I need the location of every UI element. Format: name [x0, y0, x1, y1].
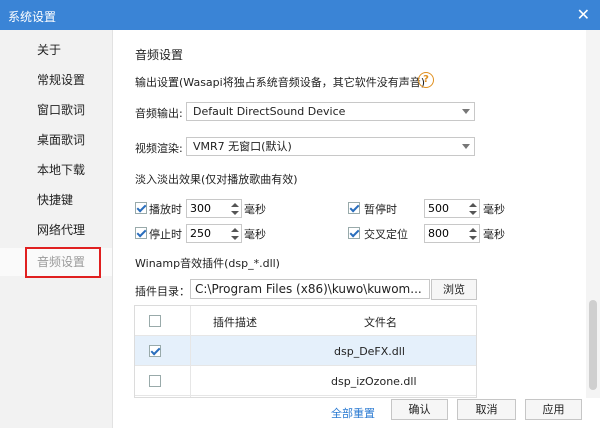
video-render-label: 视频渲染: — [135, 142, 183, 155]
fade-stop-checkbox[interactable] — [135, 227, 147, 239]
scroll-thumb[interactable] — [589, 300, 597, 390]
fade-stop-label: 停止时 — [149, 228, 182, 241]
fade-stop-stepper[interactable] — [186, 224, 242, 243]
close-icon[interactable]: ✕ — [577, 5, 590, 24]
fade-pause-checkbox[interactable] — [348, 202, 360, 214]
table-header: 插件描述 文件名 — [135, 306, 476, 336]
plugin-dir-input[interactable]: C:\Program Files (x86)\kuwo\kuwom... — [190, 279, 430, 299]
table-row[interactable]: dsp_izOzone.dll — [135, 366, 476, 396]
sidebar-item-about[interactable]: 关于 — [0, 36, 112, 64]
winamp-title: Winamp音效插件(dsp_*.dll) — [135, 257, 280, 270]
section-title: 音频设置 — [135, 48, 184, 62]
spin-down-icon[interactable] — [230, 209, 240, 217]
active-item-highlight — [25, 247, 101, 278]
fade-pause-input[interactable] — [425, 200, 468, 217]
settings-sidebar: 关于 常规设置 窗口歌词 桌面歌词 本地下载 快捷键 网络代理 音频设置 — [0, 30, 113, 428]
settings-window: 系统设置 ✕ 关于 常规设置 窗口歌词 桌面歌词 本地下载 快捷键 网络代理 音… — [0, 0, 600, 428]
cancel-button[interactable]: 取消 — [457, 399, 516, 420]
video-render-value: VMR7 无窗口(默认) — [193, 140, 292, 153]
reset-all-link[interactable]: 全部重置 — [331, 405, 375, 421]
column-divider — [190, 306, 191, 397]
apply-button[interactable]: 应用 — [525, 399, 582, 420]
browse-button[interactable]: 浏览 — [431, 279, 477, 300]
table-row[interactable]: dsp_DeFX.dll — [135, 336, 476, 366]
sidebar-item-hotkeys[interactable]: 快捷键 — [0, 186, 112, 214]
sidebar-item-window-lyrics[interactable]: 窗口歌词 — [0, 96, 112, 124]
title-bar: 系统设置 ✕ — [0, 0, 600, 30]
spin-up-icon[interactable] — [468, 201, 478, 209]
output-note: 输出设置(Wasapi将独占系统音频设备，其它软件没有声音) — [135, 76, 426, 89]
fade-pause-unit: 毫秒 — [483, 203, 505, 216]
row-filename: dsp_DeFX.dll — [334, 345, 405, 358]
chevron-down-icon — [462, 144, 470, 149]
spin-down-icon[interactable] — [468, 234, 478, 242]
help-icon[interactable]: ? — [418, 72, 434, 88]
fade-play-label: 播放时 — [149, 203, 182, 216]
crossfade-stepper[interactable] — [424, 224, 480, 243]
row-checkbox[interactable] — [149, 345, 161, 357]
fade-title: 淡入淡出效果(仅对播放歌曲有效) — [135, 173, 298, 186]
spin-down-icon[interactable] — [468, 209, 478, 217]
select-all-checkbox[interactable] — [149, 315, 161, 327]
video-render-select[interactable]: VMR7 无窗口(默认) — [186, 137, 475, 156]
fade-stop-unit: 毫秒 — [244, 228, 266, 241]
crossfade-input[interactable] — [425, 225, 468, 242]
plugin-table: 插件描述 文件名 dsp_DeFX.dll dsp_izOzone.dll — [134, 305, 477, 398]
fade-stop-input[interactable] — [187, 225, 230, 242]
spin-up-icon[interactable] — [230, 201, 240, 209]
row-checkbox[interactable] — [149, 375, 161, 387]
sidebar-item-local-download[interactable]: 本地下载 — [0, 156, 112, 184]
header-file: 文件名 — [364, 316, 397, 329]
audio-settings-panel: 音频设置 输出设置(Wasapi将独占系统音频设备，其它软件没有声音) ? 音频… — [113, 30, 585, 398]
fade-pause-label: 暂停时 — [364, 203, 397, 216]
crossfade-checkbox[interactable] — [348, 227, 360, 239]
sidebar-item-proxy[interactable]: 网络代理 — [0, 216, 112, 244]
fade-play-stepper[interactable] — [186, 199, 242, 218]
footer-bar: 全部重置 确认 取消 应用 — [113, 398, 600, 428]
row-filename: dsp_izOzone.dll — [331, 375, 417, 388]
sidebar-item-general[interactable]: 常规设置 — [0, 66, 112, 94]
header-desc: 插件描述 — [213, 316, 257, 329]
spin-up-icon[interactable] — [468, 226, 478, 234]
fade-pause-stepper[interactable] — [424, 199, 480, 218]
spin-down-icon[interactable] — [230, 234, 240, 242]
chevron-down-icon — [462, 109, 470, 114]
sidebar-item-desktop-lyrics[interactable]: 桌面歌词 — [0, 126, 112, 154]
crossfade-label: 交叉定位 — [364, 228, 408, 241]
fade-play-checkbox[interactable] — [135, 202, 147, 214]
spin-up-icon[interactable] — [230, 226, 240, 234]
fade-play-unit: 毫秒 — [244, 203, 266, 216]
crossfade-unit: 毫秒 — [483, 228, 505, 241]
ok-button[interactable]: 确认 — [391, 399, 448, 420]
audio-output-label: 音频输出: — [135, 107, 183, 120]
plugin-dir-label: 插件目录： — [135, 285, 190, 298]
fade-play-input[interactable] — [187, 200, 230, 217]
audio-output-value: Default DirectSound Device — [193, 105, 346, 118]
scrollbar[interactable] — [586, 30, 600, 398]
audio-output-select[interactable]: Default DirectSound Device — [186, 102, 475, 121]
window-title: 系统设置 — [8, 10, 57, 24]
